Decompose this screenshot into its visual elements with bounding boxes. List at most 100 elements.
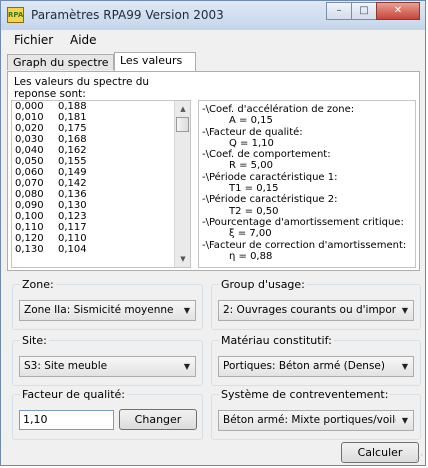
list-item[interactable]: 0,110 0,117 [12,222,190,233]
site-label: Site: [20,334,49,347]
param-label: -\Coef. de comportement: [202,149,331,161]
tab-graph[interactable]: Graph du spectre [7,54,114,70]
zone-group: Zone: Zone IIa: Sismicité moyenne ▼ [12,278,203,330]
spectrum-values-list[interactable]: 0,000 0,188 0,010 0,181 0,020 0,175 0,030 0,168… [11,100,191,268]
param-label: -\Période caractéristique 2: [202,194,338,206]
material-label: Matériau constitutif: [219,334,334,347]
spectrum-heading: Les valeurs du spectre du reponse sont: [14,76,150,100]
param-value: A = 0,15 [229,115,273,127]
bracing-label: Système de contreventement: [219,388,391,401]
period-value: 0,060 [15,167,44,178]
spectrum-value: 0,155 [58,156,87,167]
list-item[interactable]: 0,090 0,130 [12,200,190,211]
chevron-down-icon: ▼ [183,306,190,315]
list-item[interactable]: 0,130 0,104 [12,244,190,255]
maximize-button[interactable]: □ [351,2,377,20]
param-label: -\Facteur de qualité: [202,126,303,138]
app-icon: RPA [7,7,24,23]
calculate-button[interactable]: Calculer [341,442,419,463]
param-value: η = 0,88 [229,250,273,262]
site-group: Site: S3: Site meuble ▼ [12,334,203,386]
resize-grip-icon[interactable]: ⋰ [413,453,423,463]
site-select[interactable]: S3: Site meuble ▼ [19,356,196,377]
tab-panel-values: Les valeurs du spectre du reponse sont: … [7,71,420,271]
list-item[interactable]: 0,080 0,136 [12,189,190,200]
period-value: 0,050 [15,156,44,167]
spectrum-value: 0,104 [58,244,87,255]
period-value: 0,120 [15,233,44,244]
quality-label: Facteur de qualité: [20,388,128,401]
quality-input[interactable]: 1,10 [19,410,114,430]
minimize-button[interactable]: – [326,2,352,20]
list-item[interactable]: 0,010 0,181 [12,112,190,123]
param-value: ξ = 7,00 [229,228,272,240]
list-item[interactable]: 0,040 0,162 [12,145,190,156]
param-value: T1 = 0,15 [229,183,279,195]
chevron-down-icon: ▼ [401,362,408,371]
tab-values[interactable]: Les valeurs [114,52,196,71]
period-value: 0,100 [15,211,44,222]
list-scrollbar[interactable]: ▲ ▼ [174,101,190,267]
period-value: 0,030 [15,134,44,145]
param-label: -\Facteur de correction d'amortissement: [202,239,407,251]
bracing-group: Système de contreventement: Béton armé: … [211,388,421,440]
app-window: RPA Paramètres RPA99 Version 2003 – □ ✕ … [0,0,426,466]
list-item[interactable]: 0,060 0,149 [12,167,190,178]
spectrum-value: 0,168 [58,134,87,145]
bracing-select[interactable]: Béton armé: Mixte portiques/voiles ▼ [218,410,414,431]
zone-select[interactable]: Zone IIa: Sismicité moyenne ▼ [19,300,196,321]
list-item[interactable]: 0,120 0,110 [12,233,190,244]
zone-value: Zone IIa: Sismicité moyenne [24,304,174,316]
chevron-down-icon: ▼ [183,362,190,371]
menu-help[interactable]: Aide [70,33,97,47]
material-select[interactable]: Portiques: Béton armé (Dense) ▼ [218,356,414,377]
spectrum-value: 0,142 [58,178,87,189]
spectrum-value: 0,110 [58,233,87,244]
period-value: 0,090 [15,200,44,211]
period-value: 0,040 [15,145,44,156]
period-value: 0,130 [15,244,44,255]
spectrum-value: 0,162 [58,145,87,156]
usage-value: 2: Ouvrages courants ou d'importance moy… [223,304,396,316]
zone-label: Zone: [20,278,56,291]
spectrum-value: 0,117 [58,222,87,233]
list-item[interactable]: 0,070 0,142 [12,178,190,189]
param-value: Q = 1,10 [229,137,274,149]
period-value: 0,010 [15,112,44,123]
period-value: 0,070 [15,178,44,189]
scroll-up-icon[interactable]: ▲ [178,105,188,113]
close-button[interactable]: ✕ [376,2,420,20]
param-value: R = 5,00 [229,160,273,172]
menu-bar: Fichier Aide [1,30,425,50]
title-bar[interactable]: RPA Paramètres RPA99 Version 2003 – □ ✕ [1,1,425,30]
param-label: -\Période caractéristique 1: [202,171,338,183]
list-item[interactable]: 0,050 0,155 [12,156,190,167]
chevron-down-icon: ▼ [401,416,408,425]
period-value: 0,080 [15,189,44,200]
usage-select[interactable]: 2: Ouvrages courants ou d'importance moy… [218,300,414,321]
menu-file[interactable]: Fichier [14,33,53,47]
scroll-down-icon[interactable]: ▼ [178,255,188,263]
chevron-down-icon: ▼ [401,306,408,315]
period-value: 0,000 [15,101,44,112]
material-value: Portiques: Béton armé (Dense) [223,360,385,372]
list-item[interactable]: 0,020 0,175 [12,123,190,134]
list-item[interactable]: 0,030 0,168 [12,134,190,145]
list-item[interactable]: 0,100 0,123 [12,211,190,222]
scroll-thumb[interactable] [176,117,189,132]
change-button[interactable]: Changer [119,409,197,430]
param-value: T2 = 0,50 [229,205,279,217]
spectrum-value: 0,188 [58,101,87,112]
quality-group: Facteur de qualité: 1,10 Changer [12,388,203,440]
usage-label: Group d'usage: [219,278,307,291]
param-label: -\Pourcentage d'amortissement critique: [202,216,404,228]
spectrum-value: 0,181 [58,112,87,123]
spectrum-value: 0,130 [58,200,87,211]
window-controls: – □ ✕ [326,2,420,21]
period-value: 0,110 [15,222,44,233]
site-value: S3: Site meuble [24,360,108,372]
period-value: 0,020 [15,123,44,134]
spectrum-value: 0,175 [58,123,87,134]
material-group: Matériau constitutif: Portiques: Béton a… [211,334,421,386]
list-item[interactable]: 0,000 0,188 [12,101,190,112]
